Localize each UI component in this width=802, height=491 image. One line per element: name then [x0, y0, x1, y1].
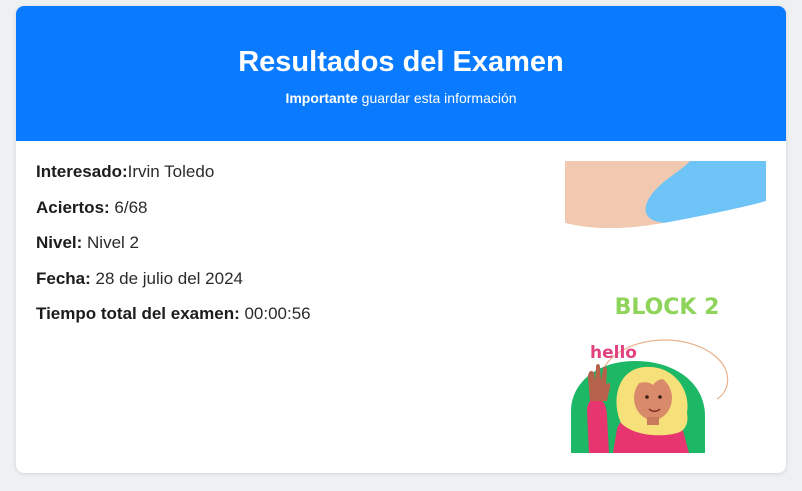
level-illustration: BLOCK 2 hello: [565, 161, 766, 453]
left-eye: [645, 395, 649, 399]
level-illustration-svg: BLOCK 2 hello: [565, 161, 766, 453]
results-info: Interesado:Irvin Toledo Aciertos: 6/68 N…: [36, 161, 311, 339]
nivel-label: Nivel:: [36, 233, 83, 252]
hello-label: hello: [590, 343, 637, 363]
row-interesado: Interesado:Irvin Toledo: [36, 161, 311, 197]
neck: [647, 417, 659, 425]
interesado-value: Irvin Toledo: [127, 162, 215, 181]
page-subtitle: Importante guardar esta información: [16, 89, 786, 107]
right-eye: [658, 395, 662, 399]
subtitle-text: guardar esta información: [357, 90, 517, 106]
row-fecha: Fecha: 28 de julio del 2024: [36, 268, 311, 304]
tiempo-value: 00:00:56: [239, 304, 311, 323]
tiempo-label: Tiempo total del examen:: [36, 304, 240, 323]
card-body: Interesado:Irvin Toledo Aciertos: 6/68 N…: [16, 141, 786, 473]
fecha-label: Fecha:: [36, 268, 91, 288]
row-tiempo: Tiempo total del examen: 00:00:56: [36, 303, 311, 339]
block-label: BLOCK 2: [615, 295, 720, 320]
interesado-label: Interesado:: [36, 162, 128, 181]
card-header: Resultados del Examen Importante guardar…: [16, 6, 786, 141]
page-title: Resultados del Examen: [238, 46, 564, 78]
nivel-value: Nivel 2: [82, 233, 139, 252]
row-nivel: Nivel: Nivel 2: [36, 232, 311, 268]
fecha-value: 28 de julio del 2024: [90, 268, 243, 288]
row-aciertos: Aciertos: 6/68: [36, 197, 311, 233]
aciertos-value: 6/68: [109, 197, 148, 217]
aciertos-label: Aciertos:: [36, 197, 110, 217]
results-card: Resultados del Examen Importante guardar…: [16, 6, 786, 473]
subtitle-important: Importante: [285, 90, 358, 106]
